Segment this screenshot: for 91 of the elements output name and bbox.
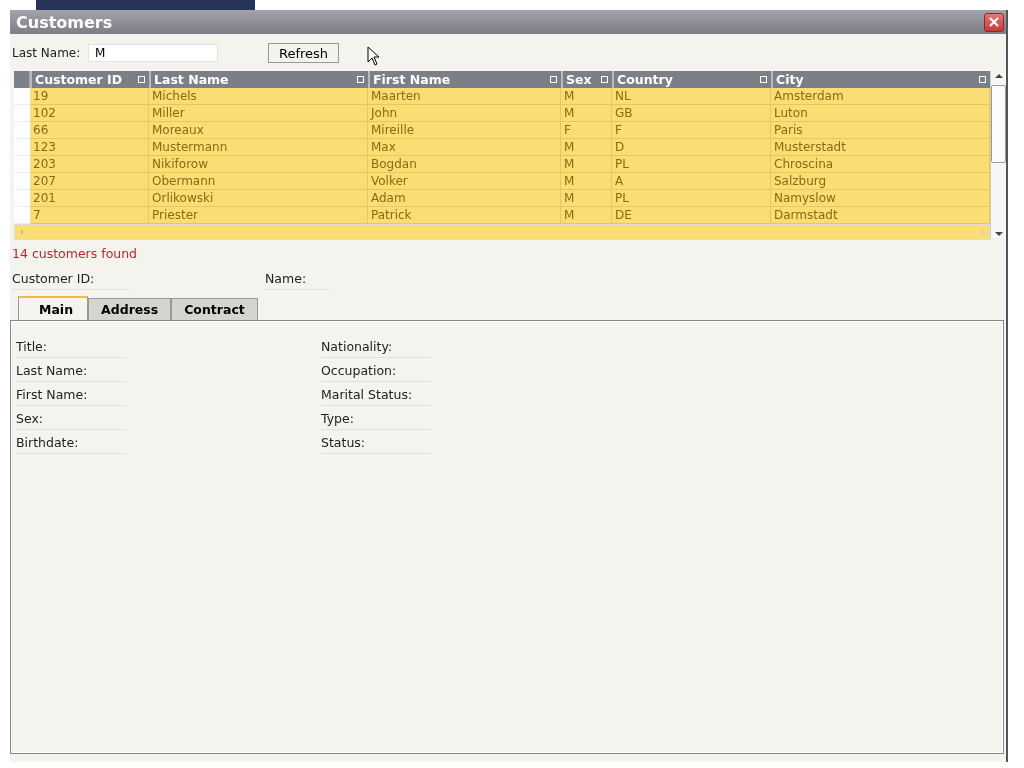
- table-cell: Adam: [368, 190, 561, 207]
- table-cell: Mustermann: [149, 139, 368, 156]
- row-header[interactable]: [14, 105, 30, 122]
- field-label: Marital Status:: [321, 387, 431, 406]
- table-cell: Patrick: [368, 207, 561, 224]
- vertical-scrollbar[interactable]: [990, 71, 1006, 239]
- table-cell: GB: [612, 105, 771, 122]
- row-header[interactable]: [14, 207, 30, 224]
- table-cell: DE: [612, 207, 771, 224]
- last-name-field[interactable]: M: [88, 44, 218, 62]
- row-header[interactable]: [14, 190, 30, 207]
- column-header[interactable]: Last Name: [149, 71, 368, 88]
- table-cell: Max: [368, 139, 561, 156]
- table-cell: Priester: [149, 207, 368, 224]
- table-cell: Orlikowski: [149, 190, 368, 207]
- table-cell: M: [561, 190, 612, 207]
- table-cell: Moreaux: [149, 122, 368, 139]
- field-label: First Name:: [16, 387, 126, 406]
- row-header[interactable]: [14, 173, 30, 190]
- header-corner: [14, 71, 30, 88]
- table-cell: M: [561, 156, 612, 173]
- table-cell: 201: [30, 190, 149, 207]
- table-cell: 207: [30, 173, 149, 190]
- field-label: Status:: [321, 435, 431, 454]
- field-label: Last Name:: [16, 363, 126, 382]
- table-cell: Chroscina: [771, 156, 990, 173]
- field-label: Occupation:: [321, 363, 431, 382]
- table-cell: Darmstadt: [771, 207, 990, 224]
- refresh-button[interactable]: Refresh: [268, 43, 340, 63]
- table-cell: M: [561, 173, 612, 190]
- field-label: Name:: [265, 271, 329, 290]
- left-arrow-icon: [18, 228, 26, 236]
- tab[interactable]: Address: [88, 298, 172, 320]
- table-cell: PL: [612, 190, 771, 207]
- table-cell: PL: [612, 156, 771, 173]
- table-cell: Musterstadt: [771, 139, 990, 156]
- field-label: Sex:: [16, 411, 126, 430]
- table-cell: Miller: [149, 105, 368, 122]
- table-cell: 19: [30, 88, 149, 105]
- table-cell: Obermann: [149, 173, 368, 190]
- field-label: Title:: [16, 339, 126, 358]
- table-cell: M: [561, 139, 612, 156]
- table-cell: Salzburg: [771, 173, 990, 190]
- table-cell: Bogdan: [368, 156, 561, 173]
- table-cell: NL: [612, 88, 771, 105]
- table-cell: 7: [30, 207, 149, 224]
- table-cell: Maarten: [368, 88, 561, 105]
- close-icon: [987, 15, 1001, 29]
- window-title: Customers: [16, 12, 113, 32]
- table-cell: D: [612, 139, 771, 156]
- table-cell: Paris: [771, 122, 990, 139]
- row-header[interactable]: [14, 156, 30, 173]
- column-header[interactable]: Country: [612, 71, 771, 88]
- table-cell: 102: [30, 105, 149, 122]
- table-cell: Amsterdam: [771, 88, 990, 105]
- table-cell: F: [612, 122, 771, 139]
- field-label: Nationality:: [321, 339, 431, 358]
- field-label: Birthdate:: [16, 435, 126, 454]
- field-label: Type:: [321, 411, 431, 430]
- table-cell: M: [561, 88, 612, 105]
- column-header[interactable]: City: [771, 71, 990, 88]
- table-cell: Michels: [149, 88, 368, 105]
- mouse-pointer-icon: [367, 46, 382, 66]
- table-cell: Namyslow: [771, 190, 990, 207]
- table-cell: Nikiforow: [149, 156, 368, 173]
- right-arrow-icon: [978, 228, 986, 236]
- field-label: Customer ID:: [12, 271, 130, 290]
- table-cell: John: [368, 105, 561, 122]
- column-header[interactable]: Customer ID: [30, 71, 149, 88]
- table-cell: 203: [30, 156, 149, 173]
- column-header[interactable]: Sex: [561, 71, 612, 88]
- table-cell: Volker: [368, 173, 561, 190]
- table-cell: M: [561, 207, 612, 224]
- row-header[interactable]: [14, 139, 30, 156]
- table-cell: M: [561, 105, 612, 122]
- last-name-label: Last Name:: [12, 46, 82, 60]
- horizontal-scrollbar[interactable]: [14, 224, 990, 240]
- row-header[interactable]: [14, 88, 30, 105]
- table-cell: 123: [30, 139, 149, 156]
- result-message: 14 customers found: [12, 246, 139, 261]
- row-header[interactable]: [14, 122, 30, 139]
- table-cell: 66: [30, 122, 149, 139]
- column-header[interactable]: First Name: [368, 71, 561, 88]
- table-cell: F: [561, 122, 612, 139]
- scrollbar-thumb[interactable]: [991, 85, 1006, 163]
- close-button[interactable]: [984, 12, 1004, 32]
- table-cell: A: [612, 173, 771, 190]
- tab[interactable]: Main: [18, 296, 89, 320]
- tab[interactable]: Contract: [171, 298, 258, 320]
- table-cell: Mireille: [368, 122, 561, 139]
- table-cell: Luton: [771, 105, 990, 122]
